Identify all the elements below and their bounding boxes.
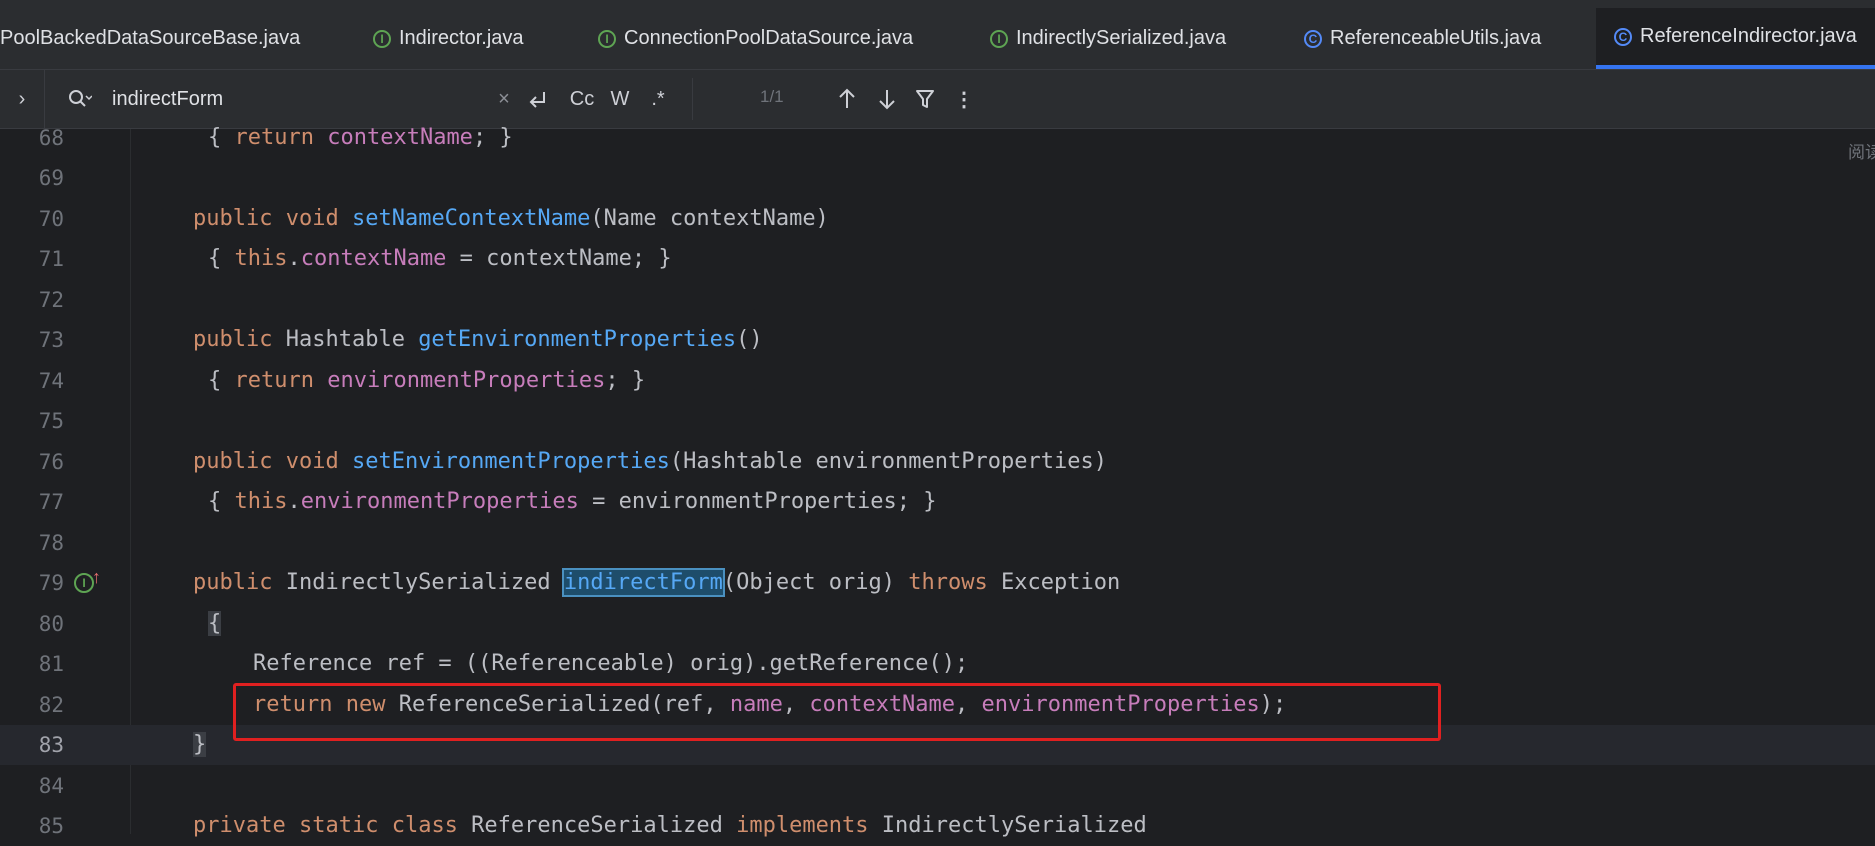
tab-indirectlyserialized[interactable]: I IndirectlySerialized.java xyxy=(990,8,1226,69)
tab-label: ConnectionPoolDataSource.java xyxy=(624,27,914,49)
interface-icon: I xyxy=(990,29,1008,48)
implements-interface-icon[interactable]: I xyxy=(74,573,94,593)
tab-label: IndirectlySerialized.java xyxy=(1016,27,1227,49)
code-text: { xyxy=(208,604,222,644)
go-to-super-icon[interactable]: ↑ xyxy=(92,567,101,588)
new-line-icon[interactable] xyxy=(524,84,550,114)
line-number: 71 xyxy=(38,247,64,271)
code-line: 70 public void setNameContextName(Name c… xyxy=(0,199,1875,239)
code-line: 84 xyxy=(0,766,1875,806)
code-line: 73 public Hashtable getEnvironmentProper… xyxy=(0,320,1875,360)
line-number: 68 xyxy=(38,126,64,150)
line-number: 70 xyxy=(38,207,64,231)
code-line: 78 xyxy=(0,523,1875,563)
code-line: 85 private static class ReferenceSeriali… xyxy=(0,806,1875,846)
matched-brace: { xyxy=(208,611,222,636)
line-number: 76 xyxy=(38,450,64,474)
code-text: public void setEnvironmentProperties(Has… xyxy=(193,449,1107,474)
regex-button[interactable]: .* xyxy=(643,84,673,114)
code-line: 71 { this.contextName = contextName; } xyxy=(0,239,1875,279)
more-options-icon[interactable]: ⋮ xyxy=(954,84,974,114)
matched-brace: } xyxy=(193,732,207,757)
code-line: 77 { this.environmentProperties = enviro… xyxy=(0,482,1875,522)
code-line: 74 { return environmentProperties; } xyxy=(0,361,1875,401)
search-match: indirectForm xyxy=(561,568,725,597)
line-number: 84 xyxy=(38,774,64,798)
code-line: 68 { return contextName; } xyxy=(0,118,1875,158)
next-occurrence-icon[interactable] xyxy=(876,84,898,114)
search-input[interactable] xyxy=(112,82,492,116)
code-text: public IndirectlySerialized indirectForm… xyxy=(193,568,1121,597)
tab-indirector[interactable]: I Indirector.java xyxy=(373,8,524,69)
line-number: 73 xyxy=(38,328,64,352)
line-number: 81 xyxy=(38,652,64,676)
code-text: } xyxy=(193,725,207,765)
code-text: { return environmentProperties; } xyxy=(208,368,646,393)
interface-icon: I xyxy=(598,29,616,48)
code-line: 80 { xyxy=(0,604,1875,644)
line-number: 69 xyxy=(38,166,64,190)
code-text: Reference ref = ((Referenceable) orig).g… xyxy=(253,651,969,676)
code-text: private static class ReferenceSerialized… xyxy=(193,813,1147,838)
line-number: 75 xyxy=(38,409,64,433)
clear-search-icon[interactable]: × xyxy=(494,84,514,114)
line-number: 80 xyxy=(38,612,64,636)
line-number: 82 xyxy=(38,693,64,717)
code-line: 69 xyxy=(0,158,1875,198)
tab-referenceableutils[interactable]: C ReferenceableUtils.java xyxy=(1304,8,1541,69)
tab-label: ReferenceableUtils.java xyxy=(1330,27,1542,49)
line-number: 72 xyxy=(38,288,64,312)
code-line: 81 Reference ref = ((Referenceable) orig… xyxy=(0,644,1875,684)
line-number: 77 xyxy=(38,490,64,514)
line-number: 74 xyxy=(38,369,64,393)
code-line: 72 xyxy=(0,280,1875,320)
code-line: 76 public void setEnvironmentProperties(… xyxy=(0,442,1875,482)
match-count: 1/1 xyxy=(760,87,784,106)
highlight-annotation-box xyxy=(233,683,1441,741)
tab-poolbackeddatasourcebase[interactable]: PoolBackedDataSourceBase.java xyxy=(0,8,300,69)
previous-occurrence-icon[interactable] xyxy=(836,84,858,114)
editor-tab-bar: PoolBackedDataSourceBase.java I Indirect… xyxy=(0,8,1875,70)
filter-icon[interactable] xyxy=(914,84,936,114)
tab-connectionpooldatasource[interactable]: I ConnectionPoolDataSource.java xyxy=(598,8,913,69)
divider xyxy=(692,78,693,120)
line-number: 79 xyxy=(38,571,64,595)
code-text: { this.environmentProperties = environme… xyxy=(208,489,937,514)
tab-label: Indirector.java xyxy=(399,27,524,49)
interface-icon: I xyxy=(373,29,391,48)
code-text: public Hashtable getEnvironmentPropertie… xyxy=(193,327,763,352)
search-history-icon[interactable] xyxy=(66,87,92,111)
code-text: public void setNameContextName(Name cont… xyxy=(193,206,829,231)
class-icon: C xyxy=(1614,27,1632,46)
match-case-button[interactable]: Cc xyxy=(567,84,597,114)
code-text: { return contextName; } xyxy=(208,125,513,150)
code-line: 75 xyxy=(0,401,1875,441)
tab-label: PoolBackedDataSourceBase.java xyxy=(0,27,301,49)
line-number: 85 xyxy=(38,814,64,838)
window-top-strip xyxy=(0,0,1875,8)
code-line: 79 I ↑ public IndirectlySerialized indir… xyxy=(0,563,1875,603)
code-text: { this.contextName = contextName; } xyxy=(208,246,672,271)
line-number: 78 xyxy=(38,531,64,555)
whole-words-button[interactable]: W xyxy=(607,84,633,114)
line-number: 83 xyxy=(38,733,64,757)
tab-label: ReferenceIndirector.java xyxy=(1640,25,1857,47)
reader-mode-toggle[interactable]: 阅读 xyxy=(1848,138,1875,163)
tab-referenceindirector[interactable]: C ReferenceIndirector.java xyxy=(1596,8,1875,69)
class-icon: C xyxy=(1304,29,1322,48)
